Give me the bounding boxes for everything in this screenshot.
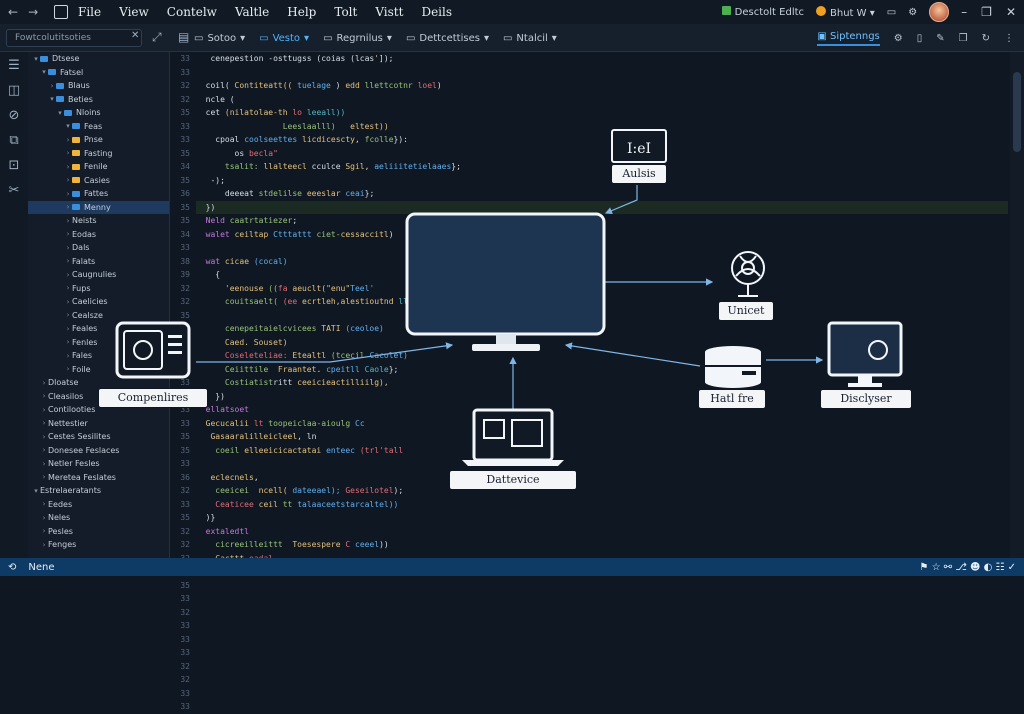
label-compentires[interactable]: Compenlires <box>98 388 208 408</box>
line-number: 33 <box>180 621 190 630</box>
central-monitor-icon <box>405 212 606 351</box>
line-number: 35 <box>180 580 190 590</box>
line-number: 33 <box>180 648 190 657</box>
connector-compentires <box>196 342 454 363</box>
globe-icon <box>731 251 765 297</box>
status-bar: ⟲ Nene ⚑ ☆ ⚯ ⎇ ☻ ◐ ☷ ✓ <box>0 558 1024 576</box>
label-unicet[interactable]: Unicet <box>718 301 774 321</box>
line-number: 33 <box>180 594 190 603</box>
line-number: 33 <box>180 634 190 644</box>
label-hatfre[interactable]: Hatl fre <box>698 389 766 409</box>
line-number: 32 <box>180 661 190 671</box>
connector-ausis <box>604 185 638 214</box>
laptop-icon <box>462 408 564 466</box>
svg-text:I:eI: I:eI <box>627 141 651 157</box>
remote-icon[interactable]: ⟲ <box>8 562 16 573</box>
line-number: 33 <box>180 702 190 711</box>
status-icons[interactable]: ⚑ ☆ ⚯ ⎇ ☻ ◐ ☷ ✓ <box>919 562 1016 573</box>
label-dattevice[interactable]: Dattevice <box>449 470 577 490</box>
label-ausis[interactable]: Aulsis <box>611 164 667 184</box>
line-number: 32 <box>180 607 190 617</box>
line-number: 32 <box>180 675 190 684</box>
monitor-icon: I:eI <box>611 129 667 163</box>
line-number: 33 <box>180 688 190 698</box>
architecture-diagram: I:eI Aulsis Unicet Compenlires Hatl fre … <box>0 0 1024 576</box>
device-icon <box>115 321 191 379</box>
status-text[interactable]: Nene <box>28 562 54 573</box>
label-disclyser[interactable]: Disclyser <box>820 389 912 409</box>
desktop-monitor-icon <box>827 321 903 387</box>
status-bar-right: ⚑ ☆ ⚯ ⎇ ☻ ◐ ☷ ✓ <box>919 558 1016 576</box>
connector-hatfre <box>564 342 701 367</box>
database-icon <box>705 346 761 388</box>
